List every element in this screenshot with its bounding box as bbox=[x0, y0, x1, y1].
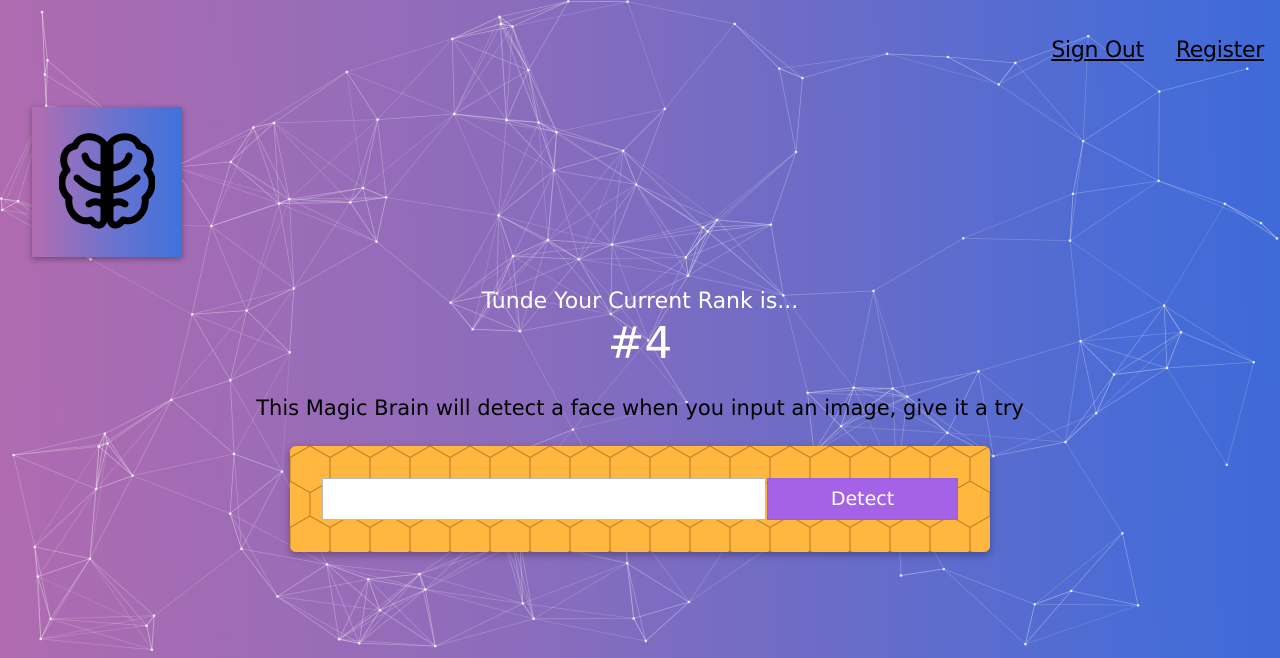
register-link[interactable]: Register bbox=[1176, 38, 1264, 63]
intro-text: This Magic Brain will detect a face when… bbox=[256, 396, 1024, 420]
rank-value: #4 bbox=[607, 318, 673, 369]
logo-tile[interactable] bbox=[32, 107, 182, 257]
detect-button[interactable]: Detect bbox=[767, 478, 958, 520]
brain-icon bbox=[59, 133, 155, 229]
sign-out-link[interactable]: Sign Out bbox=[1051, 38, 1144, 63]
image-url-input[interactable] bbox=[322, 478, 766, 520]
rank-label: Tunde Your Current Rank is... bbox=[481, 289, 799, 314]
top-nav: Sign Out Register bbox=[1051, 38, 1264, 63]
image-url-form: Detect bbox=[290, 446, 990, 552]
